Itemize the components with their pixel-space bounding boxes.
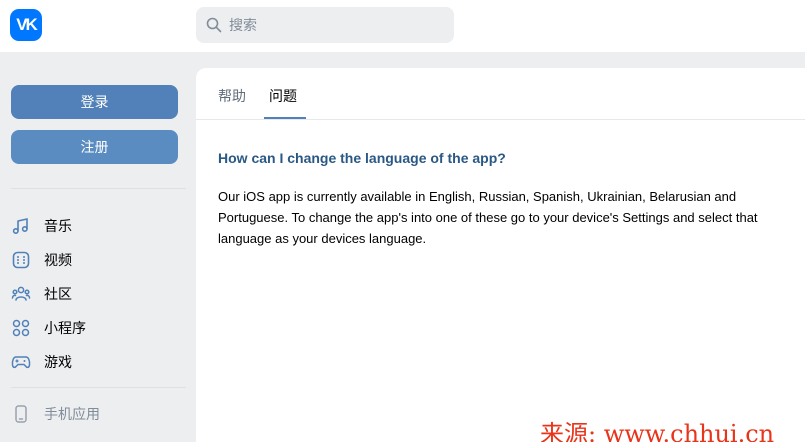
community-icon: [11, 286, 31, 301]
sidebar-item-music[interactable]: 音乐: [11, 209, 186, 243]
vk-logo[interactable]: VK: [10, 9, 42, 41]
sidebar-item-video[interactable]: 视频: [11, 243, 186, 277]
sidebar-item-community[interactable]: 社区: [11, 277, 186, 311]
sidebar: 登录 注册 音乐 视频 社区 小程序 游戏 手机应用: [0, 52, 196, 442]
phone-icon: [15, 405, 27, 423]
sidebar-divider: [11, 188, 186, 189]
sidebar-nav: 音乐 视频 社区 小程序 游戏: [11, 209, 186, 379]
login-button[interactable]: 登录: [11, 85, 178, 119]
sidebar-item-label: 小程序: [44, 320, 86, 336]
tab-bar: 帮助 问题: [196, 68, 805, 120]
sidebar-item-games[interactable]: 游戏: [11, 345, 186, 379]
help-card: 帮助 问题 How can I change the language of t…: [196, 68, 805, 442]
sidebar-item-label: 社区: [44, 286, 72, 302]
answer-text: Our iOS app is currently available in En…: [218, 189, 758, 246]
sidebar-item-mini-apps[interactable]: 小程序: [11, 311, 186, 345]
register-button[interactable]: 注册: [11, 130, 178, 164]
watermark: 来源: www.chhui.cn: [540, 420, 775, 442]
sidebar-item-label: 手机应用: [44, 406, 100, 422]
music-icon: [12, 218, 28, 235]
sidebar-item-label: 游戏: [44, 354, 72, 370]
tab-question[interactable]: 问题: [269, 86, 297, 106]
top-bar: VK 搜索: [0, 0, 805, 52]
sidebar-item-label: 音乐: [44, 218, 72, 234]
sidebar-divider: [11, 387, 186, 388]
video-icon: [12, 251, 30, 269]
tab-help[interactable]: 帮助: [218, 86, 246, 106]
search-icon: [206, 17, 222, 33]
mini-apps-icon: [12, 319, 30, 337]
search-input[interactable]: 搜索: [196, 7, 454, 43]
question-title: How can I change the language of the app…: [218, 150, 506, 166]
search-placeholder: 搜索: [229, 17, 257, 33]
sidebar-item-label: 视频: [44, 252, 72, 268]
active-tab-indicator: [264, 117, 306, 119]
sidebar-item-mobile-app[interactable]: 手机应用: [11, 399, 100, 429]
vk-logo-text: VK: [16, 15, 38, 34]
gamepad-icon: [11, 356, 31, 369]
